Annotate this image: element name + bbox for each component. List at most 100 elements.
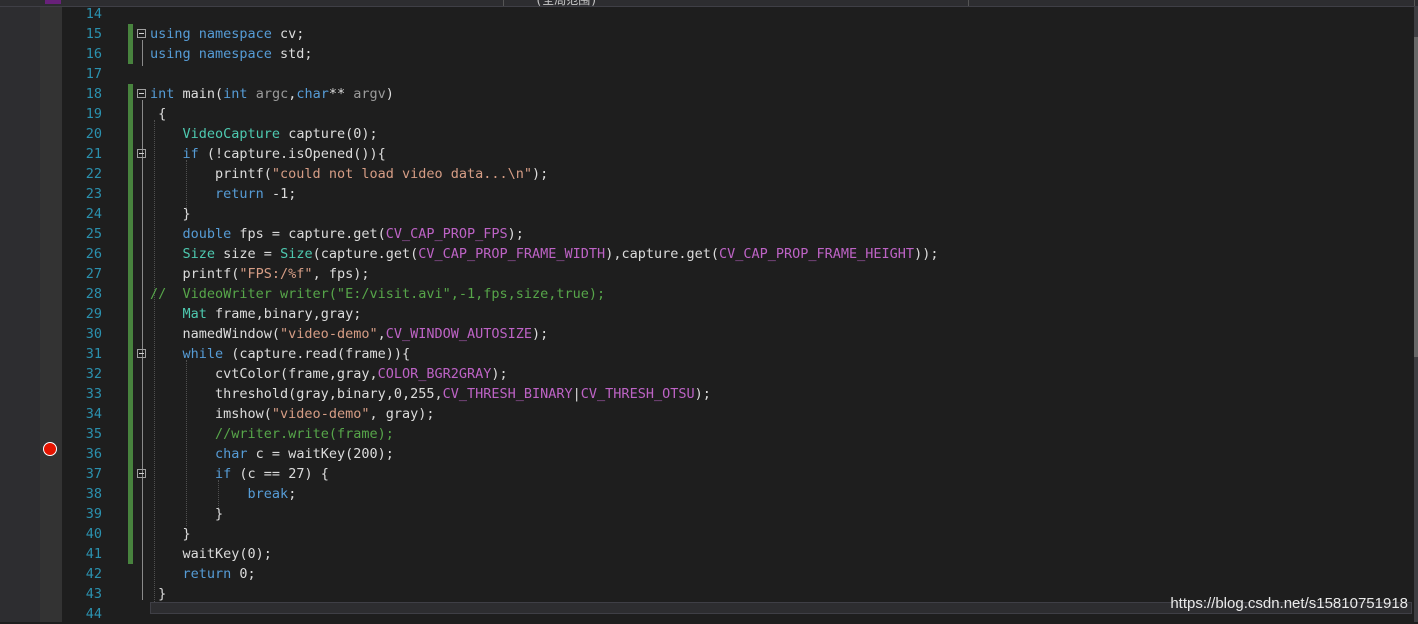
line-number: 14 <box>85 6 102 22</box>
change-marker <box>128 404 133 424</box>
code-editor[interactable]: 14 15 using namespace cv; 16 using namespace… <box>62 4 1414 622</box>
code-text: return -1; <box>215 186 297 202</box>
line-number: 33 <box>85 386 102 402</box>
collapse-icon[interactable] <box>137 149 146 158</box>
change-marker <box>128 324 133 344</box>
code-text: } <box>150 206 191 222</box>
change-marker <box>128 444 133 464</box>
code-line-41[interactable]: 41 waitKey(0); <box>62 544 1414 564</box>
code-line-30[interactable]: 30 namedWindow("video-demo",CV_WINDOW_AU… <box>62 324 1414 344</box>
change-marker <box>128 364 133 384</box>
change-marker <box>128 184 133 204</box>
change-marker <box>128 504 133 524</box>
change-marker <box>128 24 133 44</box>
code-line-36[interactable]: 36 char c = waitKey(200); <box>62 444 1414 464</box>
code-line-14[interactable]: 14 <box>62 4 1414 24</box>
code-line-42[interactable]: 42 return 0; <box>62 564 1414 584</box>
code-line-18[interactable]: 18 int main(int argc,char** argv) <box>62 84 1414 104</box>
change-marker <box>128 264 133 284</box>
watermark: https://blog.csdn.net/s15810751918 <box>1170 595 1408 612</box>
code-line-22[interactable]: 22 printf("could not load video data...\… <box>62 164 1414 184</box>
code-line-16[interactable]: 16 using namespace std; <box>62 44 1414 64</box>
code-line-33[interactable]: 33 threshold(gray,binary,0,255,CV_THRESH… <box>62 384 1414 404</box>
code-text: if (!capture.isOpened()){ <box>182 146 386 162</box>
line-number: 35 <box>85 426 102 442</box>
line-number: 28 <box>85 286 102 302</box>
code-text: waitKey(0); <box>150 546 272 562</box>
code-text: } <box>150 526 191 542</box>
code-line-35[interactable]: 35 //writer.write(frame); <box>62 424 1414 444</box>
code-text: while (capture.read(frame)){ <box>182 346 411 362</box>
code-line-23[interactable]: 23 return -1; <box>62 184 1414 204</box>
line-number: 15 <box>85 26 102 42</box>
line-number: 26 <box>85 246 102 262</box>
line-number: 22 <box>85 166 102 182</box>
code-text: VideoCapture capture(0); <box>182 126 378 142</box>
code-line-34[interactable]: 34 imshow("video-demo", gray); <box>62 404 1414 424</box>
change-marker <box>128 524 133 544</box>
code-line-37[interactable]: 37 if (c == 27) { <box>62 464 1414 484</box>
line-number: 32 <box>85 366 102 382</box>
code-text: Mat frame,binary,gray; <box>182 306 362 322</box>
code-line-32[interactable]: 32 cvtColor(frame,gray,COLOR_BGR2GRAY); <box>62 364 1414 384</box>
code-text: printf("could not load video data...\n")… <box>150 166 549 182</box>
code-line-27[interactable]: 27 printf("FPS:/%f", fps); <box>62 264 1414 284</box>
code-line-17[interactable]: 17 <box>62 64 1414 84</box>
code-text: return 0; <box>182 566 256 582</box>
change-marker <box>128 304 133 324</box>
code-line-28[interactable]: 28 // VideoWriter writer("E:/visit.avi",-… <box>62 284 1414 304</box>
breakpoint-icon[interactable] <box>43 442 57 456</box>
change-marker <box>128 124 133 144</box>
code-text: } <box>150 586 167 602</box>
code-line-40[interactable]: 40 } <box>62 524 1414 544</box>
code-text: cvtColor(frame,gray,COLOR_BGR2GRAY); <box>150 366 508 382</box>
line-number: 29 <box>85 306 102 322</box>
vertical-scrollbar[interactable] <box>1414 7 1418 622</box>
code-line-29[interactable]: 29 Mat frame,binary,gray; <box>62 304 1414 324</box>
code-line-21[interactable]: 21 if (!capture.isOpened()){ <box>62 144 1414 164</box>
line-number: 19 <box>85 106 102 122</box>
code-text: } <box>150 506 224 522</box>
code-text: if (c == 27) { <box>215 466 329 482</box>
code-line-24[interactable]: 24 } <box>62 204 1414 224</box>
collapse-icon[interactable] <box>137 469 146 478</box>
code-text: threshold(gray,binary,0,255,CV_THRESH_BI… <box>150 386 711 402</box>
code-text: Size size = Size(capture.get(CV_CAP_PROP… <box>182 246 939 262</box>
change-marker <box>128 224 133 244</box>
vertical-scrollbar-thumb[interactable] <box>1414 37 1418 357</box>
code-text: using namespace cv; <box>150 26 305 42</box>
change-marker <box>128 484 133 504</box>
collapse-icon[interactable] <box>137 29 146 38</box>
change-marker <box>128 464 133 484</box>
collapse-icon[interactable] <box>137 89 146 98</box>
line-number: 30 <box>85 326 102 342</box>
code-line-39[interactable]: 39 } <box>62 504 1414 524</box>
code-text: break; <box>247 486 297 502</box>
line-number: 24 <box>85 206 102 222</box>
code-line-15[interactable]: 15 using namespace cv; <box>62 24 1414 44</box>
code-text: { <box>150 106 167 122</box>
line-number: 23 <box>85 186 102 202</box>
change-marker <box>128 544 133 564</box>
line-number: 21 <box>85 146 102 162</box>
line-number: 31 <box>85 346 102 362</box>
line-number: 39 <box>85 506 102 522</box>
code-text: double fps = capture.get(CV_CAP_PROP_FPS… <box>182 226 524 242</box>
code-line-26[interactable]: 26 Size size = Size(capture.get(CV_CAP_P… <box>62 244 1414 264</box>
code-text: namedWindow("video-demo",CV_WINDOW_AUTOS… <box>150 326 549 342</box>
code-line-31[interactable]: 31 while (capture.read(frame)){ <box>62 344 1414 364</box>
code-line-20[interactable]: 20 VideoCapture capture(0); <box>62 124 1414 144</box>
change-marker <box>128 344 133 364</box>
code-text: //writer.write(frame); <box>215 426 394 442</box>
code-line-38[interactable]: 38 break; <box>62 484 1414 504</box>
code-line-25[interactable]: 25 double fps = capture.get(CV_CAP_PROP_… <box>62 224 1414 244</box>
change-marker <box>128 424 133 444</box>
breakpoint-gutter[interactable] <box>40 7 62 622</box>
code-line-19[interactable]: 19 { <box>62 104 1414 124</box>
change-marker <box>128 144 133 164</box>
change-marker <box>128 104 133 124</box>
line-number: 25 <box>85 226 102 242</box>
collapse-icon[interactable] <box>137 349 146 358</box>
line-number: 16 <box>85 46 102 62</box>
left-margin-strip <box>0 7 40 622</box>
